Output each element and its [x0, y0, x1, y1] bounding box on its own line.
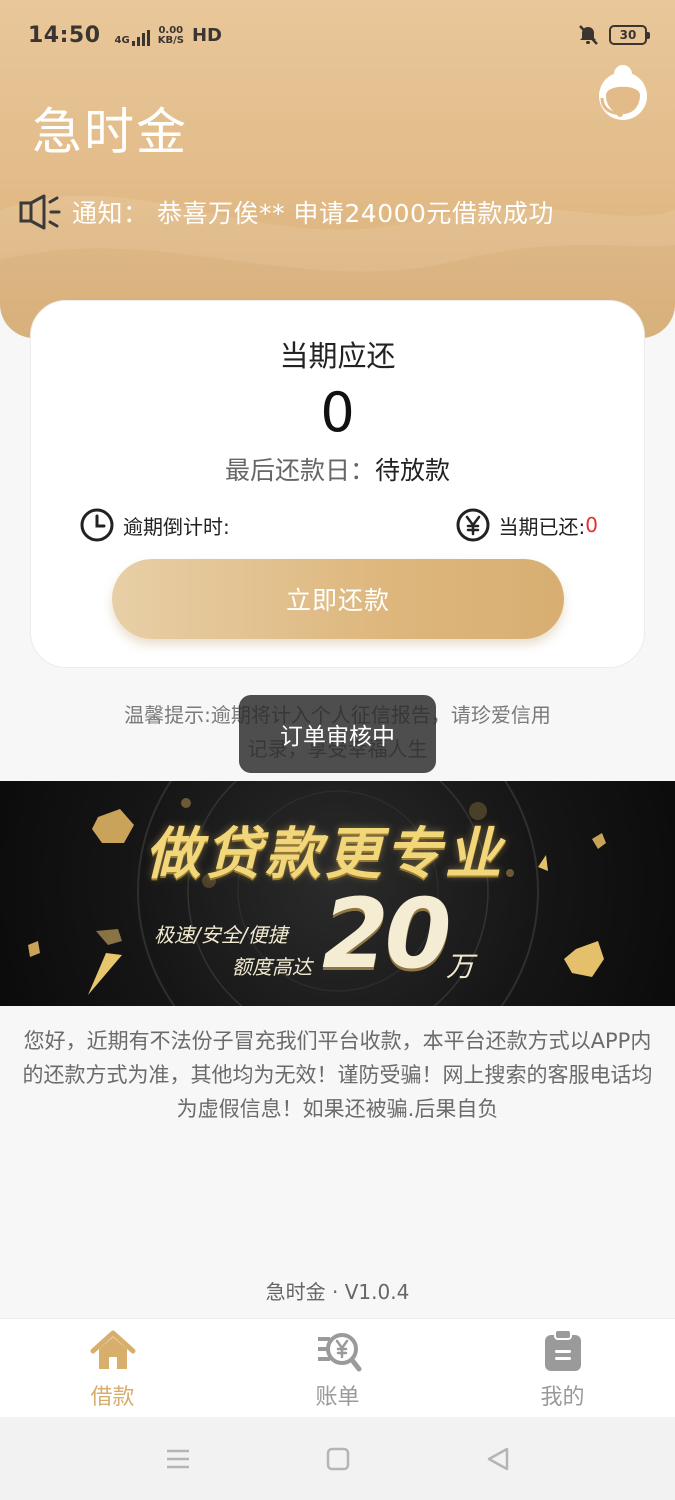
bill-search-icon: [317, 1333, 361, 1372]
mute-bell-icon: [579, 25, 598, 45]
notice-text: 通知： 恭喜万俟** 申请24000元借款成功: [72, 199, 554, 228]
promo-banner[interactable]: 做贷款更专业 极速/安全/便捷 额度高达 20 万: [0, 781, 675, 1006]
overdue-countdown-label: 逾期倒计时:: [123, 514, 230, 539]
battery-level: 30: [619, 28, 637, 42]
clock-icon: [80, 508, 114, 542]
repayment-card: 当期应还 0 最后还款日：待放款 逾期倒计时: 当期已还: 0 立即还款: [30, 300, 645, 668]
menu-icon[interactable]: [163, 1444, 193, 1474]
hd-indicator: HD: [191, 24, 222, 46]
yen-icon: [456, 508, 490, 542]
home-square-icon[interactable]: [323, 1444, 353, 1474]
system-navigation-bar: [0, 1417, 675, 1500]
bottom-tab-bar: 借款 账单 我的: [0, 1318, 675, 1417]
toast-message: 订单审核中: [239, 695, 436, 773]
banner-limit-unit: 万: [446, 950, 475, 983]
status-bar: 14:50 4G 0.00 KB/S HD 30: [0, 0, 675, 70]
app-title: 急时金: [32, 103, 188, 161]
clipboard-icon: [544, 1329, 581, 1371]
paid-value: 0: [585, 513, 598, 537]
current-due-amount: 0: [320, 381, 355, 444]
tab-bill[interactable]: 账单: [225, 1319, 450, 1417]
network-speed: 0.00 KB/S: [157, 24, 184, 46]
home-icon: [90, 1330, 135, 1369]
paid-amount: 当期已还: 0: [455, 506, 598, 544]
network-speed-unit: KB/S: [157, 34, 184, 46]
status-time: 14:50: [28, 22, 101, 48]
tab-bill-label: 账单: [315, 1385, 360, 1410]
current-due-label: 当期应还: [279, 339, 396, 373]
notice-bar: 通知： 恭喜万俟** 申请24000元借款成功: [18, 190, 554, 234]
app-version: 急时金 · V1.0.4: [265, 1280, 410, 1304]
back-icon[interactable]: [483, 1444, 513, 1474]
tab-mine-label: 我的: [540, 1385, 585, 1410]
banner-subtitle: 极速/安全/便捷: [154, 923, 288, 947]
paid-label: 当期已还:: [498, 514, 586, 539]
tab-loan[interactable]: 借款: [0, 1319, 225, 1417]
customer-service-icon[interactable]: [594, 62, 652, 126]
signal-icon: [131, 29, 150, 46]
fraud-disclaimer: 您好，近期有不法份子冒充我们平台收款，本平台还款方式以APP内的还款方式为准，其…: [22, 1029, 653, 1121]
speaker-icon: [19, 194, 61, 230]
network-speed-value: 0.00: [158, 24, 184, 36]
tab-mine[interactable]: 我的: [450, 1319, 675, 1417]
overdue-countdown: 逾期倒计时:: [79, 506, 230, 544]
due-date-row: 最后还款日：待放款: [31, 451, 644, 487]
due-date-label: 最后还款日：: [224, 456, 375, 485]
status-network: 4G 0.00 KB/S HD: [115, 25, 222, 46]
banner-limit-label: 额度高达: [232, 955, 312, 979]
battery-icon: 30: [609, 25, 650, 45]
due-date-value: 待放款: [375, 456, 451, 485]
network-type-label: 4G: [114, 34, 130, 46]
repay-now-button[interactable]: 立即还款: [112, 559, 564, 639]
status-right: 30: [577, 24, 650, 46]
header-banner: 14:50 4G 0.00 KB/S HD 30 急时金 通知： 恭喜万俟** …: [0, 0, 675, 338]
tab-loan-label: 借款: [90, 1385, 135, 1410]
banner-limit-amount: 20: [322, 878, 452, 990]
